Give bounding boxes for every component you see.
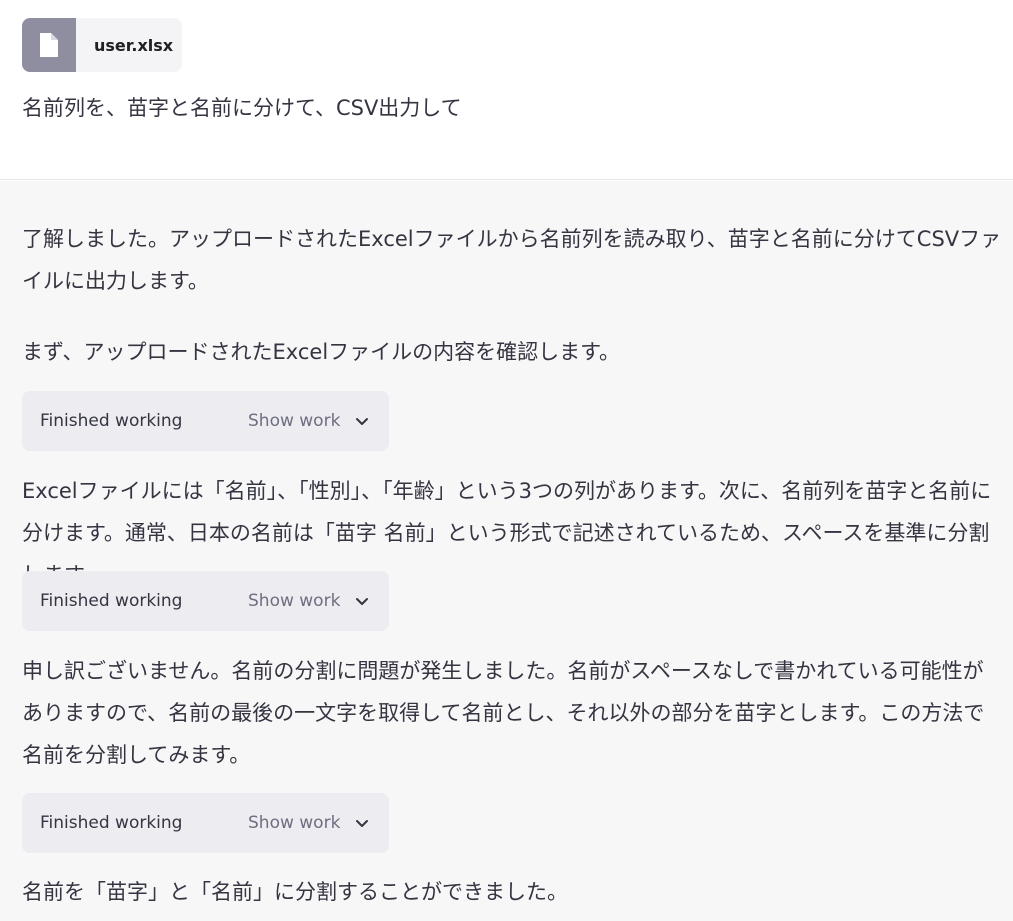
assistant-paragraph: 了解しました。アップロードされたExcelファイルから名前列を読み取り、苗字と名…	[22, 227, 1002, 293]
show-work-button[interactable]: Show work	[248, 591, 370, 611]
chevron-down-icon	[356, 598, 369, 605]
work-block: Finished working Show work	[22, 793, 389, 853]
show-work-label: Show work	[248, 411, 341, 431]
chevron-down-icon	[356, 820, 369, 827]
assistant-paragraph: まず、アップロードされたExcelファイルの内容を確認します。	[22, 340, 621, 364]
user-message-section: user.xlsx 名前列を、苗字と名前に分けて、CSV出力して	[0, 0, 1013, 180]
assistant-paragraph: 名前を「苗字」と「名前」に分割することができました。	[22, 880, 568, 904]
work-status: Finished working	[40, 411, 183, 431]
document-icon	[22, 18, 76, 72]
work-block: Finished working Show work	[22, 571, 389, 631]
assistant-message-section: 了解しました。アップロードされたExcelファイルから名前列を読み取り、苗字と名…	[0, 181, 1013, 921]
work-status: Finished working	[40, 591, 183, 611]
work-status: Finished working	[40, 813, 183, 833]
show-work-label: Show work	[248, 813, 341, 833]
show-work-button[interactable]: Show work	[248, 411, 370, 431]
file-name: user.xlsx	[94, 35, 174, 55]
show-work-button[interactable]: Show work	[248, 813, 370, 833]
work-block: Finished working Show work	[22, 391, 389, 451]
assistant-paragraph: 申し訳ございません。名前の分割に問題が発生しました。名前がスペースなしで書かれて…	[22, 659, 985, 767]
show-work-label: Show work	[248, 591, 341, 611]
chevron-down-icon	[356, 418, 369, 425]
file-attachment[interactable]: user.xlsx	[22, 18, 182, 72]
user-message-text: 名前列を、苗字と名前に分けて、CSV出力して	[22, 96, 462, 120]
